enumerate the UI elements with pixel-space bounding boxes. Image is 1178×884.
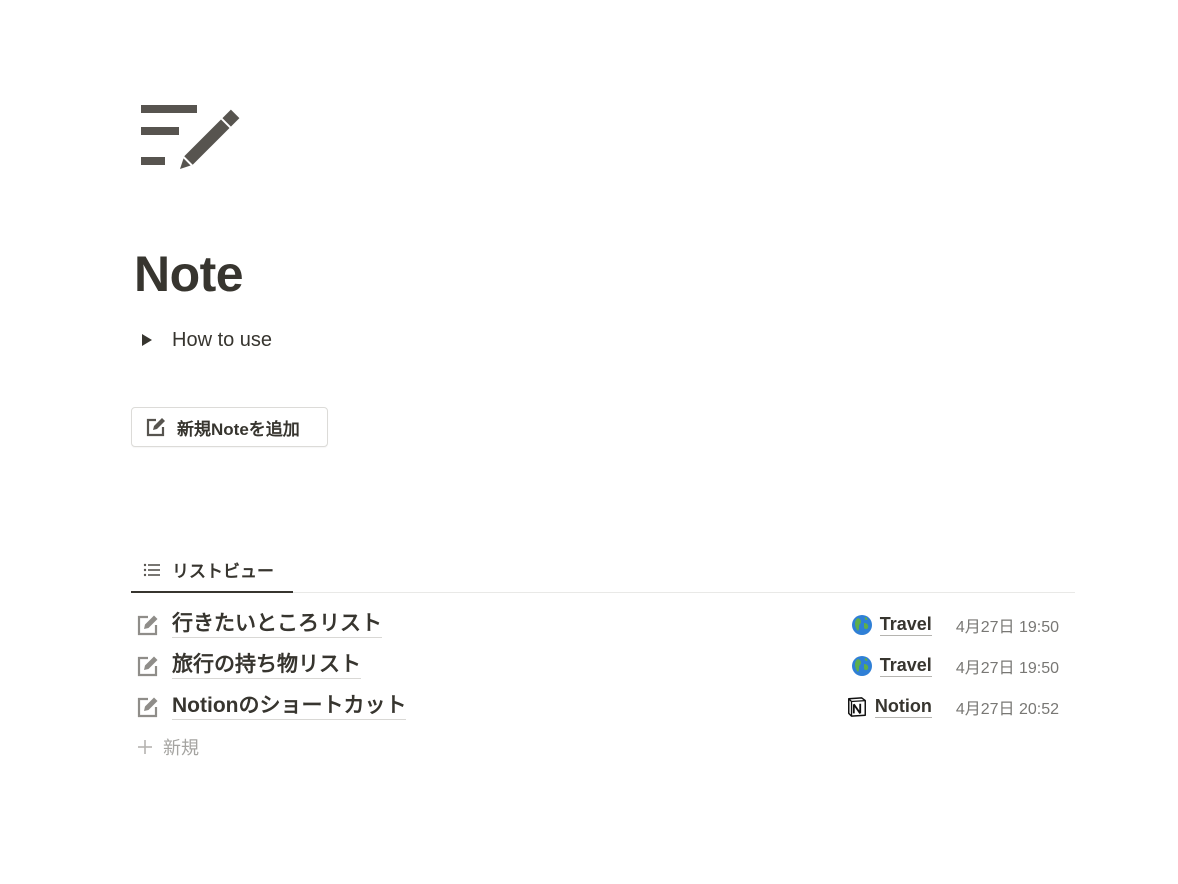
list-icon: [143, 563, 160, 576]
list-item[interactable]: 行きたいところリスト Travel 4月27日 19:50: [131, 604, 1075, 645]
tab-list-view[interactable]: リストビュー: [131, 548, 293, 593]
list-item-date: 4月27日 19:50: [955, 618, 1059, 636]
list-item-meta: Notion 4月27日 20:52: [846, 686, 1059, 727]
tag-label: Notion: [874, 696, 932, 718]
edit-icon: [137, 656, 158, 676]
tag[interactable]: Travel: [851, 654, 932, 677]
list-item[interactable]: Notionのショートカット Notion 4月27日 20:52: [131, 686, 1075, 727]
globe-icon: [851, 655, 872, 676]
page-title: Note: [134, 246, 244, 302]
tag-label: Travel: [879, 655, 932, 677]
add-note-button[interactable]: 新規Noteを追加: [131, 407, 328, 447]
list-item-title[interactable]: 行きたいところリスト: [172, 611, 382, 638]
view-tabs: リストビュー: [131, 548, 1075, 593]
list-item-title[interactable]: 旅行の持ち物リスト: [172, 652, 361, 679]
list-item-date: 4月27日 20:52: [955, 700, 1059, 718]
tag[interactable]: Travel: [851, 613, 932, 636]
note-pencil-icon: [141, 105, 240, 169]
edit-icon: [146, 418, 165, 437]
toggle-arrow-icon[interactable]: [142, 334, 152, 346]
list-item[interactable]: 旅行の持ち物リスト Travel 4月27日 19:50: [131, 645, 1075, 686]
add-note-button-label: 新規Noteを追加: [177, 419, 300, 439]
edit-icon: [137, 697, 158, 717]
notion-logo-icon: [847, 696, 866, 717]
new-item-label: 新規: [163, 738, 199, 758]
list-item-meta: Travel 4月27日 19:50: [851, 604, 1059, 645]
note-list: 行きたいところリスト Travel 4月27日 19:50 旅行の持ち物リスト: [131, 604, 1075, 767]
toggle-label: How to use: [172, 328, 273, 351]
plus-icon: [138, 740, 152, 754]
list-item-date: 4月27日 19:50: [955, 659, 1059, 677]
list-item-meta: Travel 4月27日 19:50: [851, 645, 1059, 686]
tag-label: Travel: [879, 614, 932, 636]
new-item-button[interactable]: 新規: [131, 727, 1075, 767]
tab-list-view-label: リストビュー: [172, 562, 274, 581]
how-to-use-toggle[interactable]: How to use: [138, 325, 272, 355]
globe-icon: [851, 614, 872, 635]
tag[interactable]: Notion: [846, 695, 932, 718]
edit-icon: [137, 615, 158, 635]
list-item-title[interactable]: Notionのショートカット: [172, 693, 407, 720]
